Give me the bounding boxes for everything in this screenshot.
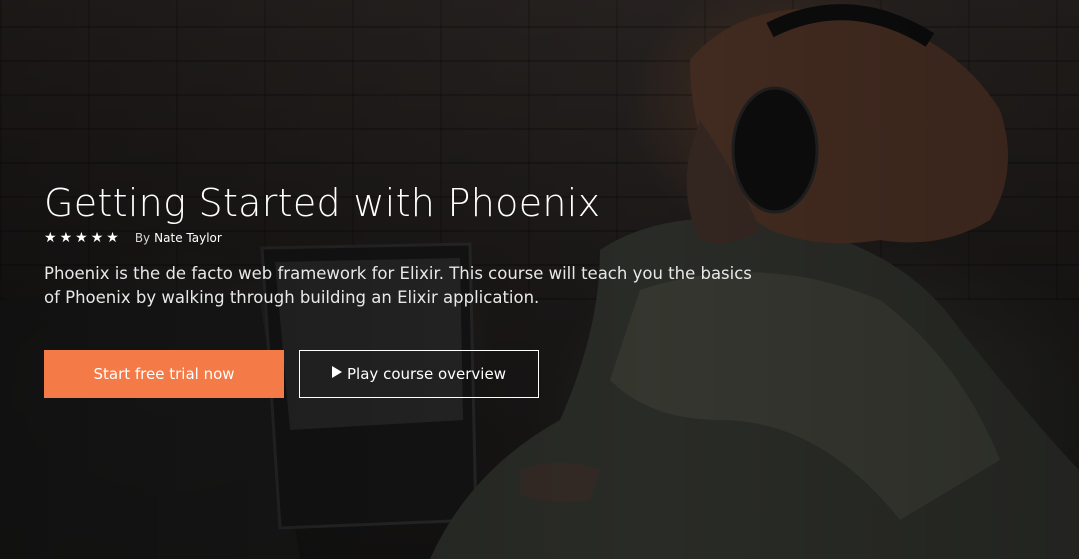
- hero-actions: Start free trial now Play course overvie…: [44, 350, 764, 398]
- play-course-overview-label: Play course overview: [347, 365, 506, 383]
- play-icon: [332, 366, 343, 378]
- star-icon: ★: [75, 230, 88, 246]
- play-course-overview-button[interactable]: Play course overview: [299, 350, 539, 398]
- course-description: Phoenix is the de facto web framework fo…: [44, 264, 752, 307]
- star-icon: ★: [59, 230, 73, 246]
- author-prefix: By: [134, 231, 151, 245]
- rating-stars: ★ ★ ★ ★ ★: [44, 231, 119, 245]
- course-title: Getting Started with Phoenix: [44, 181, 601, 225]
- course-meta: ★ ★ ★ ★ ★ By Nate Taylor: [44, 228, 764, 248]
- start-free-trial-button[interactable]: Start free trial now: [44, 350, 284, 398]
- star-icon: ★: [106, 230, 119, 246]
- start-free-trial-label: Start free trial now: [93, 365, 235, 383]
- star-icon: ★: [90, 230, 104, 246]
- hero-content: Getting Started with Phoenix ★ ★ ★ ★ ★ B…: [44, 180, 764, 398]
- author-name[interactable]: Nate Taylor: [154, 231, 222, 245]
- star-icon: ★: [44, 230, 57, 246]
- course-hero: Getting Started with Phoenix ★ ★ ★ ★ ★ B…: [0, 0, 1079, 559]
